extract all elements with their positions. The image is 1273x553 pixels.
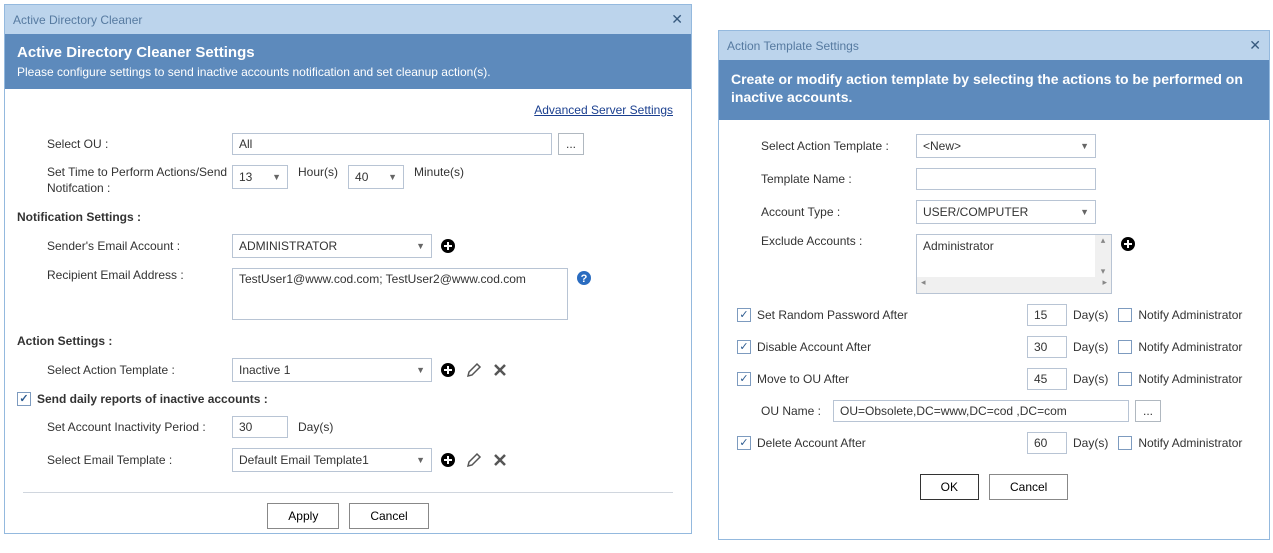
minutes-unit: Minute(s): [414, 165, 464, 179]
cancel-button-2[interactable]: Cancel: [989, 474, 1068, 500]
days-unit-3: Day(s): [1073, 372, 1108, 386]
advanced-server-settings-link[interactable]: Advanced Server Settings: [534, 103, 673, 117]
active-directory-cleaner-dialog: Active Directory Cleaner ✕ Active Direct…: [4, 4, 692, 534]
sender-email-label: Sender's Email Account :: [47, 239, 232, 253]
move-ou-label: Move to OU After: [757, 372, 1027, 386]
recipient-email-label: Recipient Email Address :: [47, 268, 232, 282]
add-sender-icon[interactable]: [438, 236, 458, 256]
email-template-select[interactable]: Default Email Template1▼: [232, 448, 432, 472]
send-daily-reports-checkbox[interactable]: [17, 392, 31, 406]
dialog2-title: Action Template Settings: [727, 39, 859, 53]
account-type-select[interactable]: USER/COMPUTER▼: [916, 200, 1096, 224]
select-ou-input[interactable]: [232, 133, 552, 155]
move-ou-days-input[interactable]: [1027, 368, 1067, 390]
inactivity-period-input[interactable]: [232, 416, 288, 438]
disable-account-days-input[interactable]: [1027, 336, 1067, 358]
random-password-checkbox[interactable]: [737, 308, 751, 322]
add-template-icon[interactable]: [438, 360, 458, 380]
dialog1-title: Active Directory Cleaner: [13, 13, 142, 27]
add-email-template-icon[interactable]: [438, 450, 458, 470]
dialog1-header-title: Active Directory Cleaner Settings: [17, 44, 679, 61]
scroll-left-icon[interactable]: ◂: [917, 277, 930, 293]
inactivity-unit: Day(s): [298, 420, 333, 434]
browse-ou-button-2[interactable]: ...: [1135, 400, 1161, 422]
hours-select[interactable]: 13▼: [232, 165, 288, 189]
set-time-label: Set Time to Perform Actions/Send Notifca…: [47, 165, 232, 196]
notify-admin-label-2: Notify Administrator: [1138, 340, 1242, 354]
random-password-days-input[interactable]: [1027, 304, 1067, 326]
exclude-accounts-list[interactable]: Administrator ▴▾ ◂▸: [916, 234, 1112, 294]
edit-template-icon[interactable]: [464, 360, 484, 380]
random-password-label: Set Random Password After: [757, 308, 1027, 322]
close-icon[interactable]: ✕: [1249, 37, 1261, 54]
scroll-right-icon[interactable]: ▸: [1098, 277, 1111, 293]
dialog1-header-sub: Please configure settings to send inacti…: [17, 65, 679, 79]
help-icon[interactable]: ?: [574, 268, 594, 288]
apply-button[interactable]: Apply: [267, 503, 339, 529]
delete-template-icon[interactable]: [490, 360, 510, 380]
recipient-email-textarea[interactable]: TestUser1@www.cod.com; TestUser2@www.cod…: [232, 268, 568, 320]
action-template-select[interactable]: Inactive 1▼: [232, 358, 432, 382]
browse-ou-button[interactable]: ...: [558, 133, 584, 155]
template-name-label: Template Name :: [761, 172, 916, 186]
dialog2-header: Create or modify action template by sele…: [719, 60, 1269, 120]
select-action-template-label: Select Action Template :: [47, 363, 232, 377]
ou-name-input[interactable]: [833, 400, 1129, 422]
delete-account-label: Delete Account After: [757, 436, 1027, 450]
sender-email-select[interactable]: ADMINISTRATOR▼: [232, 234, 432, 258]
select-ou-label: Select OU :: [47, 137, 232, 151]
account-type-label: Account Type :: [761, 205, 916, 219]
days-unit-4: Day(s): [1073, 436, 1108, 450]
days-unit: Day(s): [1073, 308, 1108, 322]
action-template-settings-dialog: Action Template Settings ✕ Create or mod…: [718, 30, 1270, 540]
exclude-accounts-label: Exclude Accounts :: [761, 234, 916, 248]
notify-admin-checkbox-1[interactable]: [1118, 308, 1132, 322]
svg-text:?: ?: [581, 273, 588, 285]
hours-unit: Hour(s): [298, 165, 338, 179]
action-template-select-2[interactable]: <New>▼: [916, 134, 1096, 158]
notification-settings-title: Notification Settings :: [17, 210, 673, 224]
send-daily-reports-label: Send daily reports of inactive accounts …: [37, 392, 268, 406]
ou-name-label: OU Name :: [761, 404, 833, 418]
close-icon[interactable]: ✕: [671, 11, 683, 28]
notify-admin-checkbox-2[interactable]: [1118, 340, 1132, 354]
dialog2-titlebar: Action Template Settings ✕: [719, 31, 1269, 60]
delete-account-checkbox[interactable]: [737, 436, 751, 450]
select-action-template-label-2: Select Action Template :: [761, 139, 916, 153]
delete-email-template-icon[interactable]: [490, 450, 510, 470]
notify-admin-checkbox-3[interactable]: [1118, 372, 1132, 386]
action-settings-title: Action Settings :: [17, 334, 673, 348]
notify-admin-label-4: Notify Administrator: [1138, 436, 1242, 450]
dialog2-header-title: Create or modify action template by sele…: [731, 70, 1257, 106]
minutes-select[interactable]: 40▼: [348, 165, 404, 189]
dialog1-titlebar: Active Directory Cleaner ✕: [5, 5, 691, 34]
days-unit-2: Day(s): [1073, 340, 1108, 354]
notify-admin-label-1: Notify Administrator: [1138, 308, 1242, 322]
edit-email-template-icon[interactable]: [464, 450, 484, 470]
delete-account-days-input[interactable]: [1027, 432, 1067, 454]
email-template-label: Select Email Template :: [47, 453, 232, 467]
move-ou-checkbox[interactable]: [737, 372, 751, 386]
inactivity-period-label: Set Account Inactivity Period :: [47, 420, 232, 434]
add-exclude-icon[interactable]: [1118, 234, 1138, 254]
dialog1-header: Active Directory Cleaner Settings Please…: [5, 34, 691, 89]
scroll-down-icon[interactable]: ▾: [1095, 266, 1111, 277]
notify-admin-checkbox-4[interactable]: [1118, 436, 1132, 450]
scroll-up-icon[interactable]: ▴: [1095, 235, 1111, 246]
ok-button[interactable]: OK: [920, 474, 979, 500]
template-name-input[interactable]: [916, 168, 1096, 190]
disable-account-label: Disable Account After: [757, 340, 1027, 354]
notify-admin-label-3: Notify Administrator: [1138, 372, 1242, 386]
cancel-button[interactable]: Cancel: [349, 503, 428, 529]
disable-account-checkbox[interactable]: [737, 340, 751, 354]
